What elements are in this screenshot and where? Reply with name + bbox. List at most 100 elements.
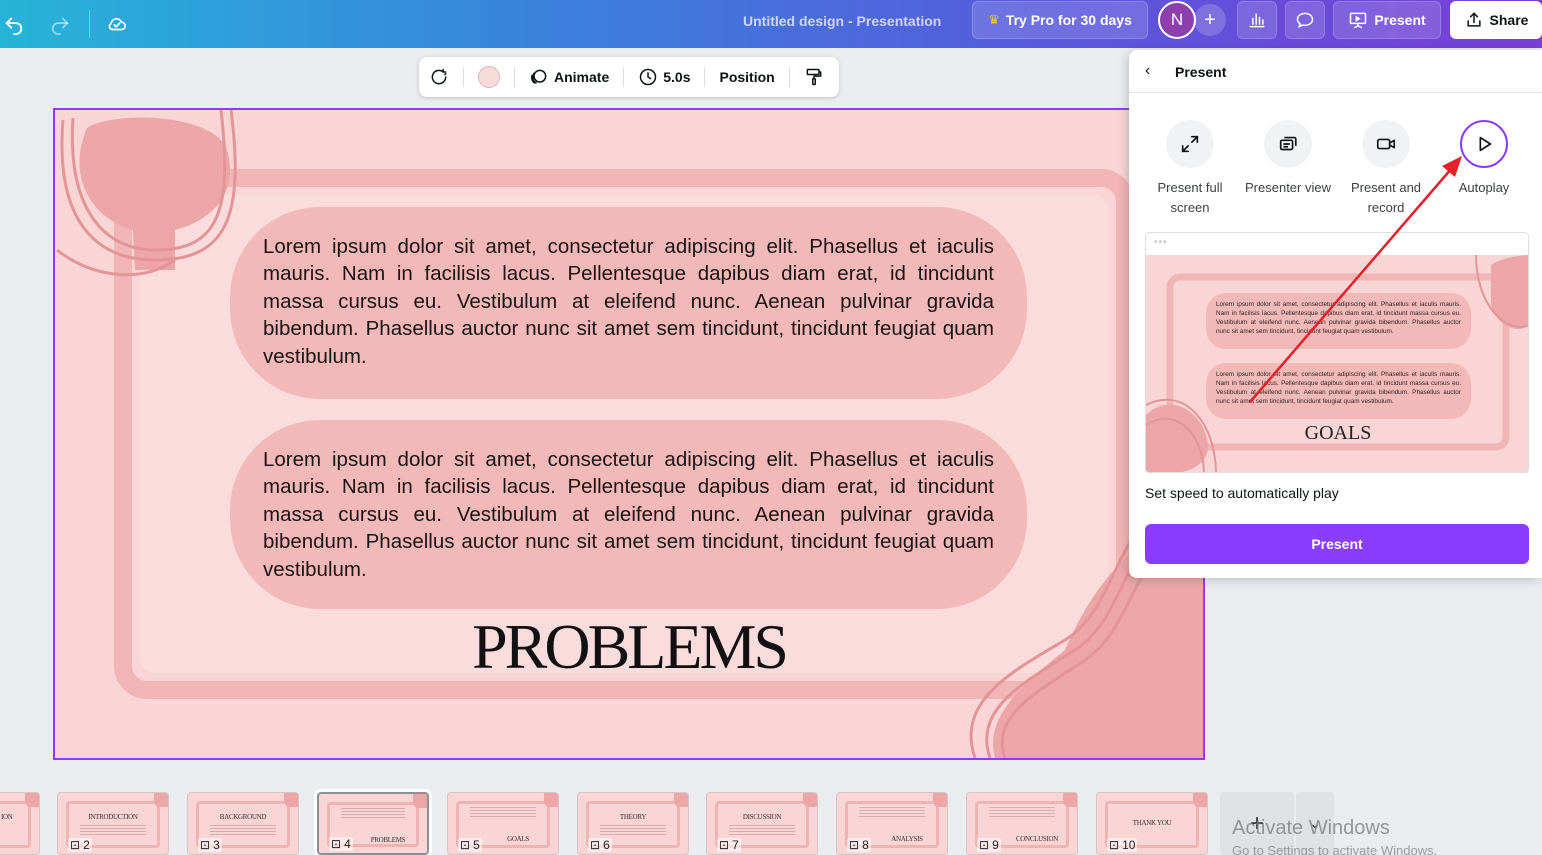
- autoplay-preview: ••• Lorem ipsum dolor sit amet, consecte…: [1145, 232, 1529, 473]
- color-picker[interactable]: [478, 66, 500, 88]
- comment-button[interactable]: [1285, 1, 1325, 39]
- mode-presenter-view[interactable]: Presenter view: [1240, 120, 1336, 198]
- page-thumbnail[interactable]: BACKGROUND ⊡ 3: [187, 792, 299, 855]
- crown-icon: ♛: [988, 12, 1000, 27]
- mode-autoplay[interactable]: Autoplay: [1436, 120, 1532, 198]
- duration-button[interactable]: 5.0s: [638, 67, 690, 87]
- clock-icon: [639, 68, 657, 86]
- toolbar-divider: [514, 67, 515, 87]
- page-thumbnail[interactable]: THEORY ⊡ 6: [577, 792, 689, 855]
- ai-rewrite-icon[interactable]: [429, 67, 449, 87]
- preview-dots-icon: •••: [1146, 233, 1528, 255]
- page-number: ⊡ 8: [847, 838, 871, 852]
- page-number: ⊡ 4: [329, 837, 353, 851]
- preview-text-box-2: Lorem ipsum dolor sit amet, consectetur …: [1206, 363, 1471, 419]
- avatar[interactable]: N: [1158, 1, 1196, 39]
- video-camera-icon: [1362, 120, 1410, 168]
- present-panel: ‹ Present Present full screen Presenter …: [1129, 50, 1542, 578]
- presenter-view-icon: [1264, 120, 1312, 168]
- presentation-icon: ⊡: [719, 838, 730, 852]
- try-pro-button[interactable]: ♛ Try Pro for 30 days: [972, 1, 1148, 39]
- mode-label: Present full screen: [1157, 180, 1223, 215]
- redo-icon[interactable]: [43, 7, 77, 41]
- toolbar-divider: [89, 10, 90, 38]
- color-swatch: [478, 66, 500, 88]
- thumbnail-title: THANK YOU: [1132, 819, 1172, 827]
- animate-button[interactable]: Animate: [529, 67, 609, 87]
- page-thumbnail[interactable]: GOALS ⊡ 5: [447, 792, 559, 855]
- thumbnail-title: DISCUSSION: [742, 813, 782, 821]
- thumbnail-title: ANALYSIS: [891, 835, 923, 843]
- page-number: ⊡ 9: [977, 838, 1001, 852]
- present-button-label: Present: [1374, 12, 1426, 28]
- text-box-1[interactable]: Lorem ipsum dolor sit amet, consectetur …: [230, 207, 1027, 399]
- toolbar-divider: [463, 67, 464, 87]
- presentation-screen-icon: [1350, 12, 1367, 29]
- toolbar-divider: [623, 67, 625, 87]
- back-chevron-icon[interactable]: ‹: [1145, 62, 1150, 80]
- page-thumbnail-selected[interactable]: PROBLEMS ⊡ 4: [314, 789, 432, 855]
- share-button-label: Share: [1489, 12, 1529, 28]
- element-toolbar: Animate 5.0s Position: [419, 57, 839, 97]
- thumbnail-title: CONCLUSION: [1015, 835, 1059, 843]
- animate-icon: [531, 69, 547, 84]
- mode-label: Presenter view: [1245, 180, 1331, 195]
- presentation-icon: ⊡: [979, 838, 990, 852]
- text-box-2[interactable]: Lorem ipsum dolor sit amet, consectetur …: [230, 420, 1027, 609]
- top-bar: Untitled design - Presentation ♛ Try Pro…: [0, 0, 1542, 48]
- upload-icon: [1466, 12, 1481, 27]
- thumbnail-title: ION: [1, 813, 13, 821]
- mode-label: Autoplay: [1458, 180, 1510, 195]
- page-number: ⊡ 10: [1107, 838, 1138, 852]
- thumbnail-title: BACKGROUND: [219, 813, 267, 821]
- try-pro-label: Try Pro for 30 days: [1005, 12, 1132, 28]
- presentation-icon: ⊡: [460, 838, 471, 852]
- preview-heading: GOALS: [1304, 422, 1372, 444]
- expand-icon: [1166, 120, 1214, 168]
- add-collaborator-icon[interactable]: +: [1194, 4, 1226, 36]
- presentation-icon: ⊡: [70, 838, 81, 852]
- present-confirm-button[interactable]: Present: [1145, 524, 1529, 564]
- position-button[interactable]: Position: [719, 69, 774, 85]
- panel-divider: [1129, 92, 1542, 93]
- insights-button[interactable]: [1237, 1, 1277, 39]
- page-number: ⊡ 2: [68, 838, 92, 852]
- page-thumbnail[interactable]: ION: [0, 792, 40, 855]
- animate-label: Animate: [554, 69, 610, 85]
- page-number: ⊡ 3: [198, 838, 222, 852]
- page-thumbnail[interactable]: ANALYSIS ⊡ 8: [836, 792, 948, 855]
- thumbnail-title: THEORY: [619, 813, 647, 821]
- present-button[interactable]: Present: [1333, 1, 1441, 39]
- duration-label: 5.0s: [663, 69, 691, 85]
- page-thumbnail[interactable]: THANK YOU ⊡ 10: [1096, 792, 1208, 855]
- preview-text-box-1: Lorem ipsum dolor sit amet, consectetur …: [1206, 293, 1471, 349]
- slide-canvas[interactable]: Lorem ipsum dolor sit amet, consectetur …: [53, 108, 1205, 760]
- page-number: ⊡ 7: [717, 838, 741, 852]
- page-thumbnail[interactable]: INTRODUCTION ⊡ 2: [57, 792, 169, 855]
- presentation-icon: ⊡: [849, 838, 860, 852]
- windows-activation-watermark: Activate Windows: [1232, 817, 1390, 839]
- play-icon: [1460, 120, 1508, 168]
- page-thumbnail[interactable]: DISCUSSION ⊡ 7: [706, 792, 818, 855]
- page-number: ⊡ 6: [588, 838, 612, 852]
- page-number: ⊡ 5: [458, 838, 482, 852]
- presentation-icon: ⊡: [200, 838, 211, 852]
- design-title[interactable]: Untitled design - Presentation: [743, 13, 941, 29]
- bar-chart-icon: [1249, 13, 1265, 28]
- share-button[interactable]: Share: [1450, 1, 1542, 39]
- presentation-icon: ⊡: [1109, 838, 1120, 852]
- mode-present-and-record[interactable]: Present and record: [1338, 120, 1434, 218]
- position-label: Position: [719, 69, 775, 85]
- comment-icon: [1296, 12, 1314, 29]
- page-thumbnail[interactable]: CONCLUSION ⊡ 9: [966, 792, 1078, 855]
- presentation-icon: ⊡: [590, 838, 601, 852]
- slide-heading[interactable]: PROBLEMS: [55, 610, 1203, 684]
- windows-activation-subtitle: Go to Settings to activate Windows.: [1232, 843, 1438, 855]
- autoplay-speed-label: Set speed to automatically play: [1145, 485, 1339, 501]
- paint-roller-icon[interactable]: [804, 67, 824, 87]
- mode-present-full-screen[interactable]: Present full screen: [1142, 120, 1238, 218]
- thumbnail-title: GOALS: [507, 835, 529, 843]
- undo-icon[interactable]: [0, 7, 31, 41]
- cloud-saved-icon[interactable]: [100, 7, 134, 41]
- thumbnail-title: INTRODUCTION: [88, 813, 138, 821]
